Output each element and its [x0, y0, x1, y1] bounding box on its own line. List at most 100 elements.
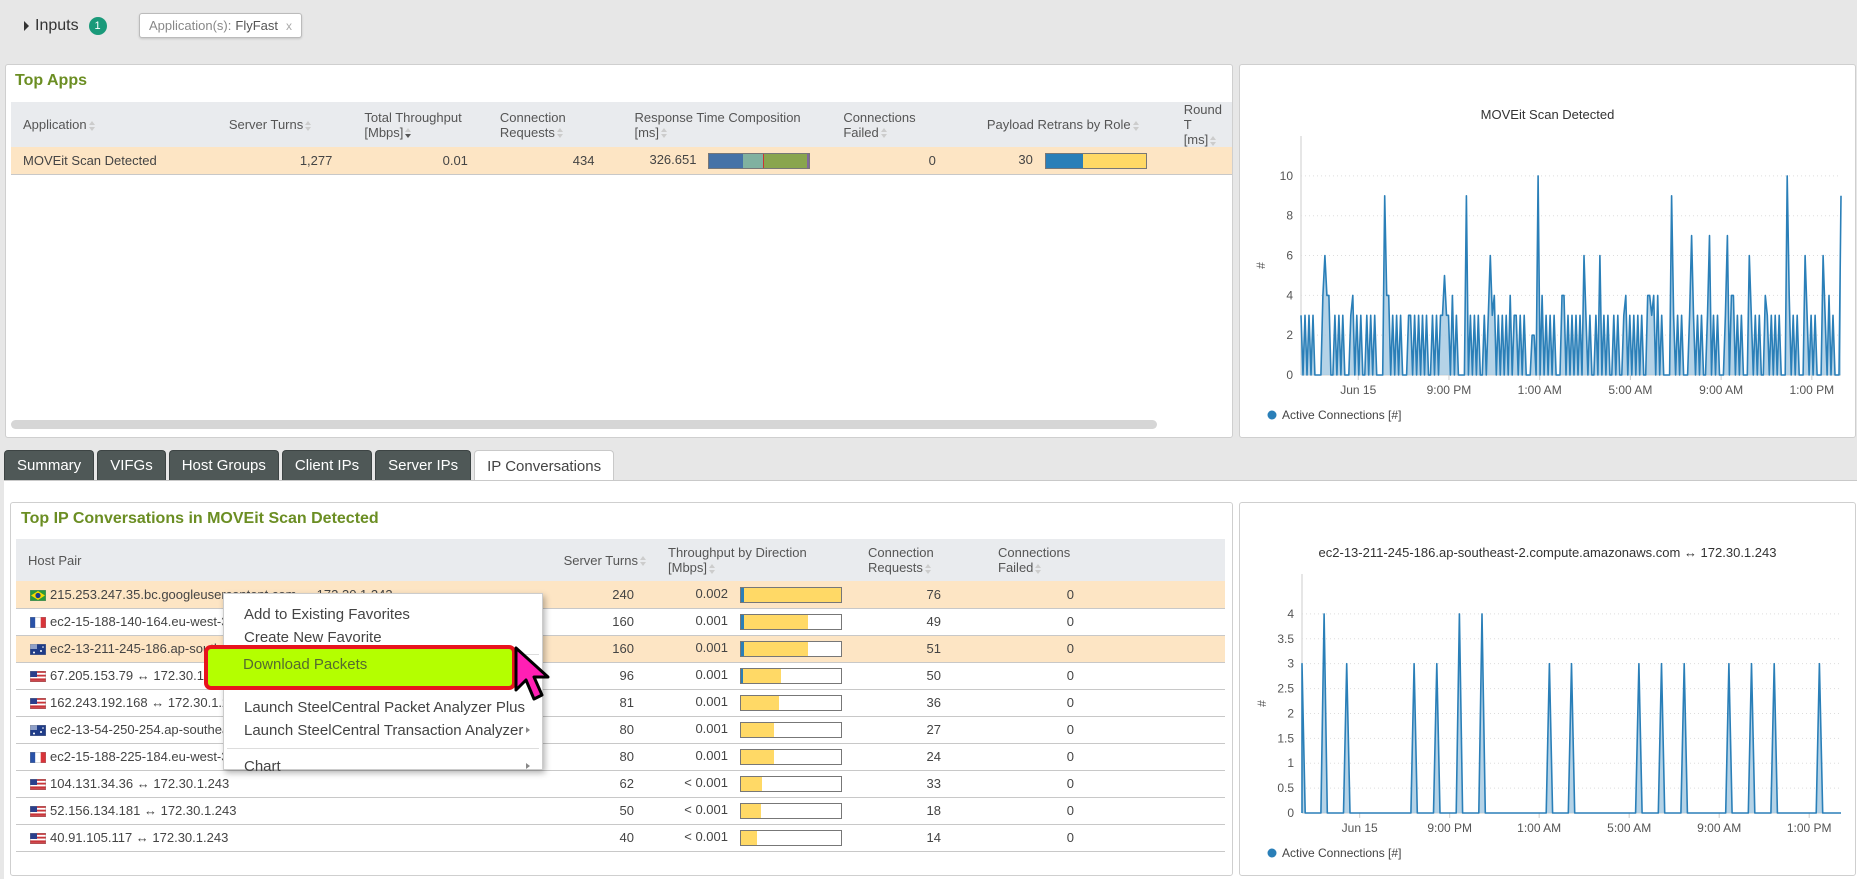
menu-item-launch-transaction-analyzer[interactable]: Launch SteelCentral Transaction Analyzer [244, 718, 530, 742]
sort-icon[interactable] [88, 120, 95, 131]
table-row[interactable]: MOVEit Scan Detected 1,277 0.01 434 326.651 0… [11, 147, 1232, 175]
host-pair-cell[interactable]: 40.91.105.117 ↔ 172.30.1.243 [16, 824, 526, 852]
sort-icon[interactable] [405, 128, 412, 139]
column-header[interactable]: Round T [ms] [1171, 102, 1232, 147]
bar-segment [743, 153, 764, 168]
empty-cell [1116, 797, 1225, 825]
filter-remove-icon[interactable]: x [286, 19, 292, 33]
tab-summary[interactable]: Summary [4, 450, 95, 480]
filter-chip[interactable]: Application(s): FlyFast x [139, 13, 302, 38]
bar-segment [1045, 153, 1083, 168]
response-time-value: 326.651 [649, 151, 697, 167]
column-header-label: Requests [499, 124, 555, 140]
throughput-direction-bar [740, 721, 842, 738]
tab-client-ips[interactable]: Client IPs [281, 450, 373, 480]
table-row[interactable]: ec2-15-188-140-164.eu-west-3.compute.ama… [16, 608, 1225, 636]
throughput-value: 0.001 [695, 748, 728, 764]
table-row[interactable]: 40.91.105.117 ↔ 172.30.1.243 40 < 0.001 14 0 [16, 824, 1225, 852]
inputs-toggle[interactable]: Inputs 1 [24, 14, 107, 38]
column-header[interactable]: Connections Failed [831, 102, 966, 147]
table-row[interactable]: ec2-13-54-250-254.ap-southeast-2.compute… [16, 716, 1225, 744]
sort-icon[interactable] [1210, 135, 1217, 146]
sort-icon[interactable] [1035, 563, 1042, 574]
server-turns-cell: 240 [526, 581, 656, 609]
column-header-label: Total Throughput [364, 109, 462, 125]
sort-icon[interactable] [880, 128, 887, 139]
submenu-arrow-icon [526, 727, 530, 733]
x-tick-label: 5:00 AM [1607, 821, 1651, 835]
table-row[interactable]: ec2-13-211-245-186.ap-southeast-2.comput… [16, 635, 1225, 663]
throughput-cell: < 0.001 [656, 797, 856, 825]
tab-server-ips[interactable]: Server IPs [375, 450, 472, 480]
throughput-value: 0.002 [695, 585, 728, 601]
column-header[interactable]: Payload Retrans by Role [965, 102, 1172, 147]
column-header[interactable]: Total Throughput [Mbps] [352, 102, 488, 147]
sort-icon[interactable] [1132, 120, 1139, 131]
table-row[interactable]: ec2-15-188-225-184.eu-west-3.compute.ama… [16, 743, 1225, 771]
column-header-label: Connection [868, 545, 934, 560]
table-row[interactable]: 67.205.153.79 ↔ 172.30.1.243 96 0.001 50 0 [16, 662, 1225, 690]
throughput-value: 0.001 [695, 667, 728, 683]
y-tick-label: 4 [1287, 607, 1294, 621]
y-tick-label: 6 [1286, 249, 1293, 263]
series-line[interactable] [1300, 175, 1842, 376]
payload-retrans-bar [1044, 152, 1147, 169]
sort-icon[interactable] [661, 128, 668, 139]
column-header-label: [Mbps] [364, 124, 404, 140]
sort-icon[interactable] [709, 563, 716, 574]
table-row[interactable]: 104.131.34.36 ↔ 172.30.1.243 62 < 0.001 33 0 [16, 770, 1225, 798]
x-tick-label: 9:00 PM [1427, 383, 1472, 397]
tab-host-groups[interactable]: Host Groups [168, 450, 279, 480]
throughput-direction-bar [740, 667, 842, 684]
host-pair-cell[interactable]: 52.156.134.181 ↔ 172.30.1.243 [16, 797, 526, 825]
flag-fr-icon [29, 616, 47, 629]
x-tick-label: 1:00 PM [1789, 383, 1834, 397]
column-header-label: Requests [868, 560, 923, 575]
connection-requests-cell: 24 [856, 743, 986, 771]
column-header[interactable]: Application [11, 102, 217, 147]
connection-requests-cell: 14 [856, 824, 986, 852]
filter-label: Application(s): [149, 18, 232, 33]
column-header[interactable]: Host Pair [16, 539, 526, 581]
sort-icon[interactable] [556, 128, 563, 139]
column-header[interactable]: Response Time Composition [ms] [622, 102, 832, 147]
sort-icon[interactable] [924, 563, 931, 574]
column-header-label: Failed [998, 560, 1034, 575]
column-header[interactable]: Throughput by Direction [Mbps] [656, 539, 856, 581]
legend-label[interactable]: Active Connections [#] [1282, 846, 1401, 860]
column-header[interactable]: Connection Requests [856, 539, 986, 581]
tab-ip-conversations[interactable]: IP Conversations [474, 450, 615, 481]
menu-item-launch-packet-analyzer-plus[interactable]: Launch SteelCentral Packet Analyzer Plus [244, 695, 530, 719]
column-header-label: Response Time Composition [634, 109, 801, 125]
y-axis-label: # [1254, 262, 1268, 269]
column-header[interactable]: Server Turns [216, 102, 353, 147]
connections-failed-cell: 0 [986, 581, 1116, 609]
x-tick-label: 9:00 AM [1697, 821, 1741, 835]
horizontal-scrollbar[interactable] [11, 420, 1157, 429]
column-header[interactable]: Connection Requests [487, 102, 623, 147]
legend-label[interactable]: Active Connections [#] [1282, 408, 1401, 422]
connection-requests-cell: 49 [856, 608, 986, 636]
table-row[interactable]: 52.156.134.181 ↔ 172.30.1.243 50 < 0.001 18… [16, 797, 1225, 825]
sort-icon[interactable] [305, 120, 312, 131]
connections-failed-cell: 0 [986, 662, 1116, 690]
connection-requests-cell: 434 [487, 147, 623, 175]
menu-item-add-to-existing-favorites[interactable]: Add to Existing Favorites [244, 602, 530, 626]
host-pair-label: 67.205.153.79 ↔ 172.30.1.243 [50, 668, 230, 683]
table-row[interactable]: 162.243.192.168 ↔ 172.30.1.243 81 0.001 36 0 [16, 689, 1225, 717]
menu-separator [227, 748, 539, 749]
column-header[interactable]: Connections Failed [986, 539, 1116, 581]
bar-segment [1082, 153, 1146, 168]
menu-item-chart[interactable]: Chart [244, 755, 530, 777]
server-turns-cell: 50 [526, 797, 656, 825]
host-pair-label: 40.91.105.117 ↔ 172.30.1.243 [50, 830, 229, 845]
tab-vifgs[interactable]: VIFGs [97, 450, 166, 480]
flag-us-icon [29, 805, 47, 818]
table-row[interactable]: 215.253.247.35.bc.googleusercontent.com … [16, 581, 1225, 609]
sort-icon[interactable] [640, 556, 646, 567]
connections-failed-cell: 0 [986, 608, 1116, 636]
empty-cell [1116, 608, 1225, 636]
column-header[interactable]: Server Turns [526, 539, 656, 581]
inputs-label: Inputs [35, 17, 79, 34]
bar-segment-outbound [744, 641, 808, 656]
